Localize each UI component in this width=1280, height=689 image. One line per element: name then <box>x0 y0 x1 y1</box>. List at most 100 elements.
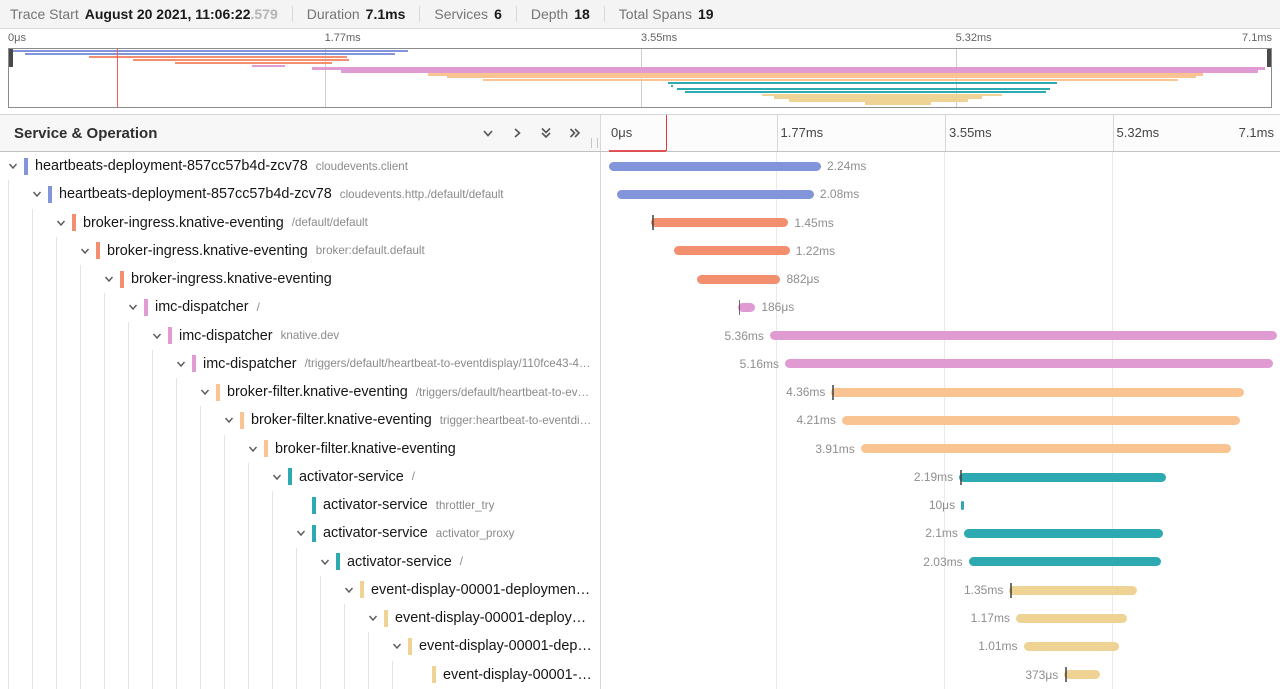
tree-indent-guide <box>56 378 80 406</box>
span-row-name[interactable]: broker-filter.knative-eventing/triggers/… <box>0 378 600 406</box>
tree-indent-guide <box>104 406 128 434</box>
duration-label: Duration <box>307 6 360 22</box>
span-row-name[interactable]: broker-filter.knative-eventing <box>0 435 600 463</box>
minimap-span-bar <box>865 102 931 104</box>
tree-indent-guide <box>80 293 104 321</box>
span-duration-bar[interactable] <box>609 162 821 171</box>
span-row-name[interactable]: activator-servicethrottler_try <box>0 491 600 519</box>
double-chevron-down-icon[interactable] <box>539 126 553 140</box>
minimap-right-drag-handle[interactable] <box>1267 49 1271 67</box>
span-row-name[interactable]: imc-dispatcher/triggers/default/heartbea… <box>0 350 600 378</box>
service-name: imc-dispatcher <box>155 299 249 315</box>
tree-indent-guide <box>104 322 128 350</box>
column-resizer-handle[interactable] <box>591 138 598 148</box>
service-color-strip <box>336 553 340 570</box>
row-chevron-down-icon[interactable] <box>80 246 96 256</box>
row-chevron-down-icon[interactable] <box>128 302 144 312</box>
span-row-name[interactable]: event-display-00001-dep… <box>0 632 600 660</box>
span-duration-bar[interactable] <box>651 218 788 227</box>
span-duration-bar[interactable] <box>697 275 780 284</box>
span-duration-bar[interactable] <box>969 557 1161 566</box>
span-duration-bar[interactable] <box>674 246 789 255</box>
span-row-name[interactable]: event-display-00001-deploymen… <box>0 576 600 604</box>
span-row-name[interactable]: broker-ingress.knative-eventingbroker:de… <box>0 237 600 265</box>
span-row-name[interactable]: activator-serviceactivator_proxy <box>0 519 600 547</box>
tree-indent-guide <box>56 237 80 265</box>
tree-indent-guide <box>152 491 176 519</box>
chevron-down-icon[interactable] <box>481 126 495 140</box>
chevron-right-icon[interactable] <box>510 126 524 140</box>
row-chevron-down-icon[interactable] <box>176 359 192 369</box>
tree-indent-guide <box>152 548 176 576</box>
span-row-name[interactable]: broker-ingress.knative-eventing/default/… <box>0 209 600 237</box>
row-chevron-down-icon[interactable] <box>344 585 360 595</box>
row-chevron-down-icon[interactable] <box>56 218 72 228</box>
tree-indent-guide <box>80 519 104 547</box>
row-chevron-down-icon[interactable] <box>152 331 168 341</box>
span-row-name[interactable]: activator-service/ <box>0 463 600 491</box>
row-chevron-down-icon[interactable] <box>200 387 216 397</box>
row-chevron-down-icon[interactable] <box>8 161 24 171</box>
tree-indent-guide <box>32 491 56 519</box>
span-duration-bar[interactable] <box>964 529 1163 538</box>
tree-indent-guide <box>176 548 200 576</box>
span-row-name[interactable]: event-display-00001-deploy… <box>0 604 600 632</box>
minimap-canvas[interactable] <box>8 48 1272 108</box>
ruler-gridline <box>777 115 778 151</box>
operation-name: cloudevents.http./default/default <box>340 188 504 201</box>
row-chevron-down-icon[interactable] <box>368 613 384 623</box>
tree-indent-guide <box>224 576 248 604</box>
operation-name: throttler_try <box>436 499 495 512</box>
span-duration-bar[interactable] <box>770 331 1277 340</box>
tree-indent-guide <box>128 519 152 547</box>
service-color-strip <box>288 468 292 485</box>
row-chevron-down-icon[interactable] <box>104 274 120 284</box>
service-name: heartbeats-deployment-857cc57b4d-zcv78 <box>59 186 332 202</box>
row-chevron-down-icon[interactable] <box>272 472 288 482</box>
tree-indent-guide <box>56 491 80 519</box>
span-duration-bar[interactable] <box>1016 614 1127 623</box>
span-duration-label: 5.16ms <box>740 350 779 378</box>
row-chevron-down-icon[interactable] <box>320 557 336 567</box>
tree-indent-guide <box>32 265 56 293</box>
span-row-name[interactable]: heartbeats-deployment-857cc57b4d-zcv78cl… <box>0 152 600 180</box>
tree-indent-guide <box>128 322 152 350</box>
span-duration-label: 2.19ms <box>914 463 953 491</box>
span-row-name[interactable]: broker-filter.knative-eventingtrigger:he… <box>0 406 600 434</box>
span-duration-bar[interactable] <box>861 444 1231 453</box>
span-row-name[interactable]: event-display-00001-… <box>0 661 600 689</box>
minimap-left-drag-handle[interactable] <box>9 49 13 67</box>
row-chevron-down-icon[interactable] <box>32 189 48 199</box>
span-row-name[interactable]: broker-ingress.knative-eventing <box>0 265 600 293</box>
operation-name: /triggers/default/heartbeat-to-eventdisp… <box>305 357 591 370</box>
span-duration-bar[interactable] <box>617 190 814 199</box>
span-duration-bar[interactable] <box>961 501 964 510</box>
tree-indent-guide <box>56 322 80 350</box>
row-chevron-down-icon[interactable] <box>296 528 312 538</box>
span-duration-bar[interactable] <box>831 388 1244 397</box>
row-chevron-down-icon[interactable] <box>224 415 240 425</box>
timeline-ruler[interactable]: 0μs1.77ms3.55ms5.32ms7.1ms <box>600 115 1280 151</box>
row-chevron-down-icon[interactable] <box>248 444 264 454</box>
span-row-name[interactable]: heartbeats-deployment-857cc57b4d-zcv78 cl… <box>0 180 600 208</box>
double-chevron-right-icon[interactable] <box>568 126 582 140</box>
span-duration-bar[interactable] <box>1064 670 1099 679</box>
span-duration-bar[interactable] <box>1024 642 1120 651</box>
span-duration-bar[interactable] <box>842 416 1240 425</box>
span-duration-bar[interactable] <box>1009 586 1137 595</box>
tree-indent-guide <box>8 604 32 632</box>
span-row-name[interactable]: activator-service/ <box>0 548 600 576</box>
row-chevron-down-icon[interactable] <box>392 641 408 651</box>
span-duration-bar[interactable] <box>959 473 1166 482</box>
operation-name: /triggers/default/heartbeat-to-ev… <box>416 386 589 399</box>
span-duration-bar[interactable] <box>738 303 756 312</box>
tree-indent-guide <box>176 491 200 519</box>
tree-indent-guide <box>272 632 296 660</box>
span-duration-bar[interactable] <box>785 359 1273 368</box>
tree-indent-guide <box>248 548 272 576</box>
tree-indent-guide <box>272 604 296 632</box>
tree-indent-guide <box>272 519 296 547</box>
tree-indent-guide <box>368 661 392 689</box>
span-row-name[interactable]: imc-dispatcher/ <box>0 293 600 321</box>
span-row-name[interactable]: imc-dispatcherknative.dev <box>0 322 600 350</box>
